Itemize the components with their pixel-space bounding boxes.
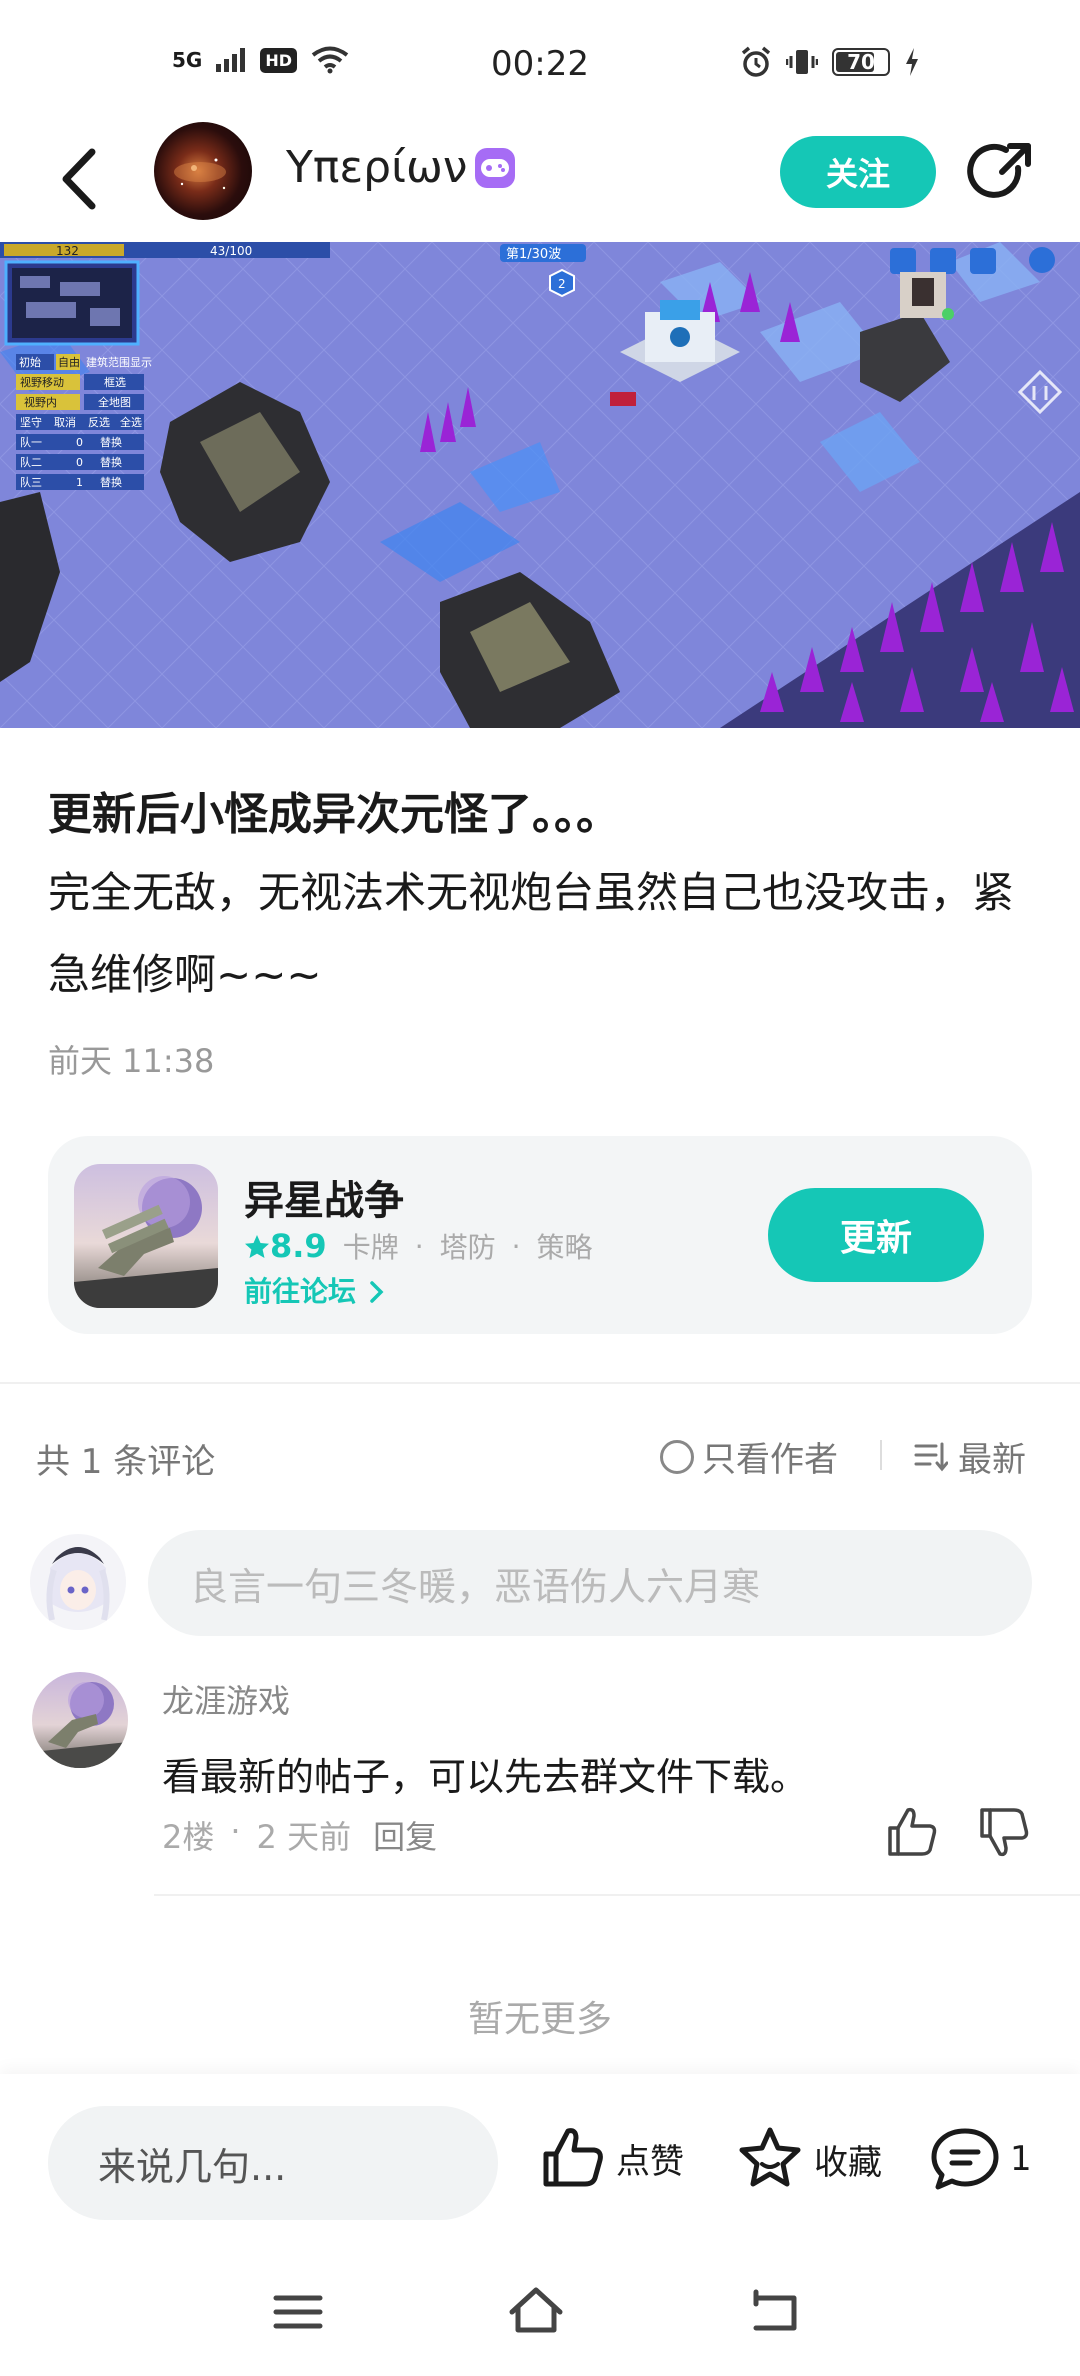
follow-button[interactable]: 关注 (780, 136, 936, 208)
chevron-right-icon (370, 1281, 384, 1303)
hud-team-2-count: 0 (76, 456, 83, 469)
hud-menu-2: 建筑范围显示 (86, 355, 152, 369)
battery-level: 70 (847, 50, 875, 74)
hud-team-1-count: 0 (76, 436, 83, 449)
sort-icon (914, 1442, 948, 1471)
return-icon[interactable] (746, 2282, 806, 2342)
comment-input[interactable]: 良言一句三冬暖，恶语伤人六月寒 (148, 1530, 1032, 1636)
forum-link[interactable]: 前往论坛 (244, 1270, 386, 1310)
tag-separator: · (414, 1229, 424, 1263)
status-right: 70 (740, 46, 920, 78)
reply-input[interactable]: 来说几句... (48, 2106, 498, 2220)
author-name-text: Υπερίων (286, 142, 468, 193)
game-meta: 8.9 卡牌 · 塔防 · 策略 (244, 1226, 593, 1266)
hud-team-3-action: 替换 (100, 475, 122, 489)
author-avatar[interactable] (154, 122, 252, 220)
comment-author-avatar[interactable] (32, 1672, 128, 1768)
hud-team-2-name: 队二 (20, 455, 42, 469)
game-name: 异星战争 (244, 1178, 404, 1224)
comment-floor: 2楼 (162, 1818, 215, 1856)
hud-score: 132 (56, 244, 79, 258)
comment-text: 看最新的帖子，可以先去群文件下载。 (162, 1755, 809, 1799)
hud-menu-1: 自由 (58, 355, 80, 369)
alarm-icon (741, 46, 771, 77)
reply-button[interactable]: 回复 (373, 1812, 437, 1858)
comment-meta: 2楼 · 2 天前 回复 (162, 1812, 437, 1858)
game-badge-icon (475, 147, 516, 188)
vibrate-icon (786, 50, 818, 74)
hud-wave: 第1/30波 (506, 247, 561, 262)
hud-menu-7: 坚守 (20, 415, 42, 429)
comment-author-name[interactable]: 龙涯游戏 (162, 1676, 290, 1722)
game-tag: 卡牌 (342, 1231, 399, 1264)
hud-energy: 43/100 (210, 244, 252, 258)
hud-menu-4: 框选 (104, 376, 126, 389)
thumbs-up-icon[interactable] (884, 1806, 940, 1858)
hud-menu-5: 视野内 (24, 395, 57, 409)
hud-menu-0: 初始 (19, 355, 41, 369)
favorite-button[interactable]: 收藏 (736, 2126, 882, 2192)
hud-menu-3: 视野移动 (20, 375, 64, 389)
hud-team-3-name: 队三 (20, 475, 42, 489)
hud-menu-10: 全选 (120, 415, 142, 429)
sort-label: 最新 (958, 1440, 1026, 1480)
comment-icon (931, 2128, 999, 2190)
author-name[interactable]: Υπερίων (286, 142, 516, 193)
section-divider (0, 1382, 1080, 1384)
game-rating-value: 8.9 (270, 1227, 327, 1265)
hud-team-1-name: 队一 (20, 435, 42, 449)
game-rating: 8.9 (244, 1227, 327, 1265)
back-icon[interactable] (52, 146, 112, 212)
like-button[interactable]: 点赞 (540, 2126, 684, 2190)
post-time: 前天 11:38 (48, 1042, 215, 1080)
system-nav-bar (0, 2250, 1080, 2376)
vertical-divider (880, 1440, 882, 1470)
tag-separator: · (511, 1229, 521, 1263)
game-app-icon[interactable] (74, 1164, 218, 1308)
share-icon[interactable] (966, 138, 1036, 208)
star-icon (245, 1235, 269, 1258)
thumbs-up-icon (543, 2128, 603, 2187)
only-author-toggle[interactable]: 只看作者 (660, 1432, 838, 1481)
menu-icon[interactable] (268, 2282, 328, 2342)
hud-menu-6: 全地图 (98, 395, 131, 409)
comment-count: 共 1 条评论 (36, 1442, 216, 1482)
hud-menu-8: 取消 (54, 415, 76, 429)
update-button[interactable]: 更新 (768, 1188, 984, 1282)
comment-button[interactable]: 1 (930, 2126, 1032, 2192)
hud-team-1-action: 替换 (100, 435, 122, 449)
bottom-action-bar: 来说几句... 点赞 收藏 1 (0, 2074, 1080, 2250)
battery-indicator: 70 (832, 48, 890, 76)
sort-toggle[interactable]: 最新 (914, 1432, 1026, 1481)
hud-team-2-action: 替换 (100, 455, 122, 469)
game-tag: 塔防 (439, 1231, 496, 1264)
meta-separator: · (230, 1812, 241, 1850)
post-title: 更新后小怪成异次元怪了。。。 (48, 789, 620, 840)
star-icon (739, 2127, 801, 2187)
comment-time: 2 天前 (256, 1818, 352, 1856)
post-header: Υπερίων 关注 (0, 122, 1080, 240)
game-tag: 策略 (536, 1231, 593, 1264)
radio-circle-icon (660, 1439, 694, 1474)
comment-divider (154, 1894, 1080, 1896)
favorite-label: 收藏 (814, 2142, 882, 2183)
only-author-label: 只看作者 (702, 1440, 838, 1480)
comment-count-badge: 1 (1010, 2139, 1032, 2179)
hud-wave-next: 2 (558, 277, 566, 291)
forum-link-label: 前往论坛 (244, 1275, 357, 1308)
game-card[interactable]: 异星战争 8.9 卡牌 · 塔防 · 策略 前往论坛 更新 (48, 1136, 1032, 1334)
thumbs-down-icon[interactable] (976, 1806, 1032, 1858)
like-label: 点赞 (616, 2141, 684, 2182)
post-image[interactable]: 132 43/100 第1/30波 2 初始 自由 建筑范围显示 视野移动 框选… (0, 242, 1080, 728)
hud-team-3-count: 1 (76, 476, 83, 489)
my-avatar (30, 1534, 126, 1630)
hud-menu-9: 反选 (88, 416, 110, 429)
post-body: 完全无敌，无视法术无视炮台虽然自己也没攻击，紧急维修啊~~~ (48, 868, 1015, 999)
home-icon[interactable] (506, 2282, 566, 2342)
charging-icon (906, 48, 918, 76)
no-more-text: 暂无更多 (467, 1999, 612, 2040)
status-bar: 5G HD 00:22 70 (0, 0, 1080, 130)
